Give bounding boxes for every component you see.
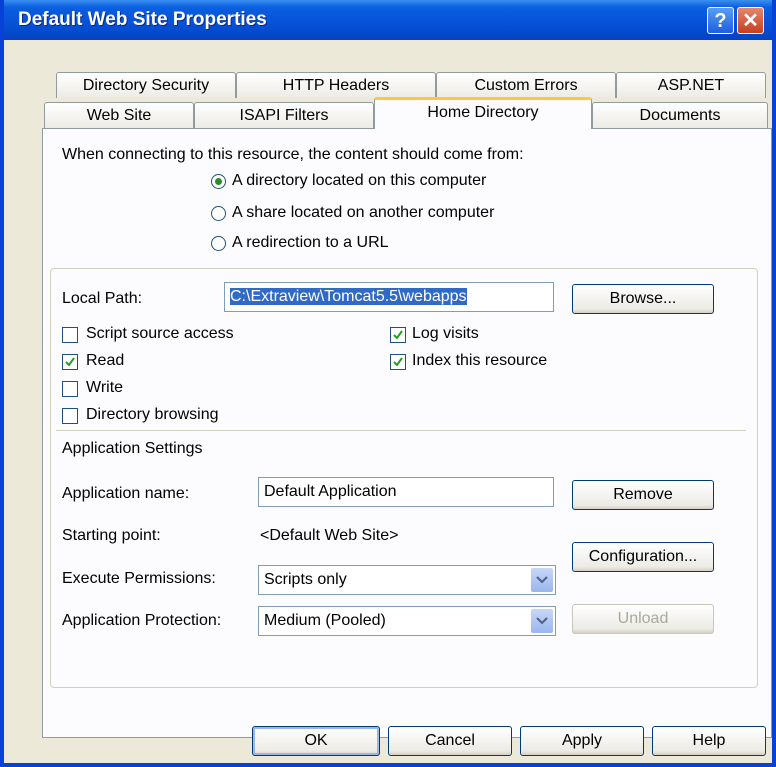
tab-label: ISAPI Filters — [239, 107, 329, 124]
tab-label: HTTP Headers — [282, 77, 390, 94]
tab-asp-net[interactable]: ASP.NET — [616, 72, 766, 98]
tab-label: ASP.NET — [657, 77, 725, 94]
tab-label: Home Directory — [427, 104, 539, 121]
application-name-value: Default Application — [264, 483, 397, 500]
local-path-value: C:\Extraview\Tomcat5.5\webapps — [230, 288, 467, 305]
radio-selected-dot — [215, 178, 222, 185]
script-source-access-label[interactable]: Script source access — [86, 325, 234, 343]
execute-permissions-label: Execute Permissions: — [62, 570, 216, 587]
tab-home-directory[interactable]: Home Directory — [374, 97, 592, 129]
title-bar[interactable]: Default Web Site Properties ? ✕ — [4, 0, 772, 40]
starting-point-label: Starting point: — [62, 527, 161, 544]
tab-documents[interactable]: Documents — [592, 102, 768, 128]
local-path-input[interactable]: C:\Extraview\Tomcat5.5\webapps — [224, 282, 554, 312]
application-settings-heading: Application Settings — [62, 440, 203, 457]
window-title: Default Web Site Properties — [18, 9, 267, 30]
remove-button[interactable]: Remove — [572, 480, 714, 510]
starting-point-value: <Default Web Site> — [260, 527, 399, 544]
execute-permissions-value: Scripts only — [264, 571, 347, 588]
application-protection-select[interactable]: Medium (Pooled) — [258, 606, 556, 636]
index-resource-checkbox[interactable] — [390, 354, 406, 370]
configuration-button[interactable]: Configuration... — [572, 542, 714, 572]
radio-local-directory-label[interactable]: A directory located on this computer — [232, 172, 486, 190]
divider — [56, 430, 746, 431]
close-icon: ✕ — [742, 10, 759, 32]
tab-label: Directory Security — [82, 77, 210, 94]
log-visits-checkbox[interactable] — [390, 327, 406, 343]
check-mark-icon — [393, 357, 403, 367]
application-protection-value: Medium (Pooled) — [264, 612, 386, 629]
ok-button[interactable]: OK — [252, 726, 380, 756]
application-protection-label: Application Protection: — [62, 612, 222, 629]
radio-url-redirection-label[interactable]: A redirection to a URL — [232, 234, 389, 252]
read-checkbox[interactable] — [62, 354, 78, 370]
tab-web-site[interactable]: Web Site — [44, 102, 194, 128]
chevron-down-icon[interactable] — [531, 568, 553, 592]
tab-http-headers[interactable]: HTTP Headers — [236, 72, 436, 98]
properties-dialog: Default Web Site Properties ? ✕ Director… — [0, 0, 776, 767]
log-visits-label[interactable]: Log visits — [412, 325, 479, 343]
chevron-down-icon[interactable] — [531, 609, 553, 633]
tab-isapi-filters[interactable]: ISAPI Filters — [194, 102, 374, 128]
application-name-input[interactable]: Default Application — [258, 477, 554, 507]
index-resource-label[interactable]: Index this resource — [412, 352, 547, 370]
check-mark-icon — [393, 330, 403, 340]
directory-browsing-label[interactable]: Directory browsing — [86, 406, 218, 424]
radio-local-directory[interactable] — [211, 174, 226, 189]
radio-network-share-label[interactable]: A share located on another computer — [232, 204, 494, 222]
write-label[interactable]: Write — [86, 379, 123, 397]
tab-custom-errors[interactable]: Custom Errors — [436, 72, 616, 98]
apply-button[interactable]: Apply — [520, 726, 644, 756]
help-title-button[interactable]: ? — [707, 7, 734, 34]
local-path-label: Local Path: — [62, 290, 143, 307]
execute-permissions-select[interactable]: Scripts only — [258, 565, 556, 595]
write-checkbox[interactable] — [62, 381, 78, 397]
radio-url-redirection[interactable] — [211, 236, 226, 251]
tab-directory-security[interactable]: Directory Security — [56, 72, 236, 98]
tab-label: Documents — [639, 107, 721, 124]
radio-network-share[interactable] — [211, 206, 226, 221]
tab-label: Custom Errors — [474, 77, 578, 94]
tab-label: Web Site — [86, 107, 152, 124]
browse-button[interactable]: Browse... — [572, 284, 714, 314]
read-label[interactable]: Read — [86, 352, 124, 370]
cancel-button[interactable]: Cancel — [388, 726, 512, 756]
unload-button[interactable]: Unload — [572, 604, 714, 634]
help-button[interactable]: Help — [652, 726, 766, 756]
application-name-label: Application name: — [62, 485, 190, 502]
script-source-access-checkbox[interactable] — [62, 327, 78, 343]
close-button[interactable]: ✕ — [737, 7, 764, 34]
directory-browsing-checkbox[interactable] — [62, 408, 78, 424]
content-source-prompt: When connecting to this resource, the co… — [62, 146, 524, 163]
check-mark-icon — [65, 357, 75, 367]
